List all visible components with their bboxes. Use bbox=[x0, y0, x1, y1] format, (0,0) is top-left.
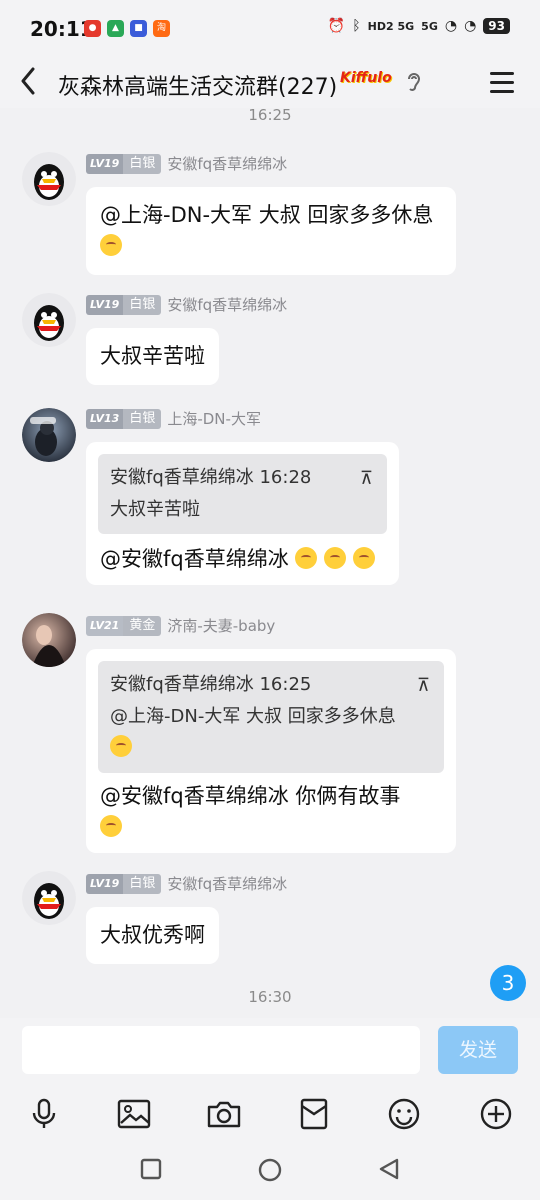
quoted-message[interactable]: 安徽fq香草绵绵冰 16:28 大叔辛苦啦 ⊼ bbox=[98, 454, 387, 534]
level-badge: LV19 白银 bbox=[86, 153, 162, 174]
sender-name[interactable]: 上海-DN-大军 bbox=[167, 408, 261, 429]
signal-icon: 5G bbox=[421, 19, 438, 33]
message-text: 大叔优秀啊 bbox=[100, 923, 205, 947]
quoted-message[interactable]: 安徽fq香草绵绵冰 16:25 @上海-DN-大军 大叔 回家多多休息 ⊼ bbox=[98, 661, 444, 773]
wifi-icon: ◔ bbox=[444, 18, 458, 34]
taobao-icon: 淘 bbox=[153, 20, 170, 37]
level-badge: LV21 黄金 bbox=[86, 615, 162, 636]
group-title[interactable]: 灰森林高端生活交流群(227) bbox=[58, 69, 337, 101]
group-badge-logo: Kiffulo bbox=[340, 70, 392, 86]
timestamp: 16:25 bbox=[248, 106, 292, 124]
home-icon[interactable] bbox=[258, 1158, 282, 1186]
message-input[interactable] bbox=[22, 1026, 420, 1074]
battery-indicator: 93 bbox=[483, 18, 510, 34]
sender-meta: LV19 白银 安徽fq香草绵绵冰 bbox=[86, 294, 287, 315]
unread-count-badge[interactable]: 3 bbox=[490, 965, 526, 1001]
back-icon[interactable] bbox=[20, 67, 36, 103]
sender-meta: LV19 白银 安徽fq香草绵绵冰 bbox=[86, 153, 287, 174]
recents-icon[interactable] bbox=[140, 1158, 162, 1184]
kiss-emoji-icon bbox=[295, 547, 318, 569]
quote-text: @上海-DN-大军 大叔 回家多多休息 bbox=[110, 701, 432, 765]
sleepy-emoji-icon bbox=[110, 735, 132, 757]
message-bubble[interactable]: 大叔优秀啊 bbox=[86, 907, 219, 964]
avatar[interactable] bbox=[22, 613, 76, 667]
sender-name[interactable]: 济南-夫妻-baby bbox=[167, 615, 275, 636]
avatar[interactable] bbox=[22, 293, 76, 347]
quote-header: 安徽fq香草绵绵冰 16:28 bbox=[110, 467, 312, 488]
timestamp: 16:30 bbox=[248, 988, 292, 1006]
message-text: @上海-DN-大军 大叔 回家多多休息 bbox=[100, 203, 434, 227]
send-button[interactable]: 发送 bbox=[438, 1026, 518, 1074]
jump-to-quote-icon[interactable]: ⊼ bbox=[360, 463, 373, 495]
level-badge: LV13 白银 bbox=[86, 408, 162, 429]
status-notification-icons: ● ▲ ■ 淘 bbox=[84, 20, 170, 37]
quote-header: 安徽fq香草绵绵冰 16:25 bbox=[110, 674, 312, 695]
avatar[interactable] bbox=[22, 871, 76, 925]
app-notification-icon: ■ bbox=[130, 20, 147, 37]
message-bubble[interactable]: 安徽fq香草绵绵冰 16:25 @上海-DN-大军 大叔 回家多多休息 ⊼ @安… bbox=[86, 649, 456, 853]
bluetooth-icon: ᛒ bbox=[352, 18, 361, 34]
level-badge: LV19 白银 bbox=[86, 294, 162, 315]
sender-meta: LV19 白银 安徽fq香草绵绵冰 bbox=[86, 873, 287, 894]
menu-icon[interactable] bbox=[490, 72, 514, 99]
chat-header: 灰森林高端生活交流群(227) Kiffulo bbox=[0, 58, 540, 108]
app-notification-icon: ▲ bbox=[107, 20, 124, 37]
message-text: 大叔辛苦啦 bbox=[100, 344, 205, 368]
message-bubble[interactable]: 安徽fq香草绵绵冰 16:28 大叔辛苦啦 ⊼ @安徽fq香草绵绵冰 bbox=[86, 442, 399, 585]
message-bubble[interactable]: 大叔辛苦啦 bbox=[86, 328, 219, 385]
camera-icon[interactable] bbox=[202, 1094, 246, 1134]
quote-text: 大叔辛苦啦 bbox=[110, 499, 200, 520]
jump-to-quote-icon[interactable]: ⊼ bbox=[417, 670, 430, 702]
add-more-icon[interactable] bbox=[474, 1094, 518, 1134]
red-packet-icon[interactable] bbox=[292, 1094, 336, 1134]
status-bar: 20:11 ● ▲ ■ 淘 ⏰ ᛒ HD2 5G 5G ◔ ◔ 93 bbox=[0, 0, 540, 58]
system-nav-bar bbox=[0, 1142, 540, 1200]
sender-meta: LV13 白银 上海-DN-大军 bbox=[86, 408, 261, 429]
message-text: @安徽fq香草绵绵冰 你俩有故事 bbox=[100, 784, 401, 808]
message-bubble[interactable]: @上海-DN-大军 大叔 回家多多休息 bbox=[86, 187, 456, 275]
level-badge: LV19 白银 bbox=[86, 873, 162, 894]
app-notification-icon: ● bbox=[84, 20, 101, 37]
alarm-icon: ⏰ bbox=[327, 18, 346, 34]
emoji-icon[interactable] bbox=[382, 1094, 426, 1134]
wifi-icon: ◔ bbox=[464, 18, 477, 34]
sleepy-emoji-icon bbox=[100, 234, 122, 256]
composer-toolbar bbox=[0, 1090, 540, 1142]
sender-name[interactable]: 安徽fq香草绵绵冰 bbox=[167, 153, 287, 174]
avatar[interactable] bbox=[22, 152, 76, 206]
sender-meta: LV21 黄金 济南-夫妻-baby bbox=[86, 615, 275, 636]
microphone-icon[interactable] bbox=[22, 1094, 66, 1134]
ear-icon[interactable] bbox=[406, 71, 422, 98]
signal-icon: HD2 5G bbox=[367, 19, 415, 33]
kiss-emoji-icon bbox=[324, 547, 347, 569]
kiss-emoji-icon bbox=[352, 547, 375, 569]
back-nav-icon[interactable] bbox=[378, 1158, 400, 1184]
smirk-emoji-icon bbox=[100, 815, 122, 837]
status-indicators: ⏰ ᛒ HD2 5G 5G ◔ ◔ 93 bbox=[328, 18, 510, 34]
message-text: @安徽fq香草绵绵冰 bbox=[100, 547, 296, 571]
composer-bar: 发送 bbox=[0, 1018, 540, 1090]
avatar[interactable] bbox=[22, 408, 76, 462]
sender-name[interactable]: 安徽fq香草绵绵冰 bbox=[167, 294, 287, 315]
image-icon[interactable] bbox=[112, 1094, 156, 1134]
sender-name[interactable]: 安徽fq香草绵绵冰 bbox=[167, 873, 287, 894]
